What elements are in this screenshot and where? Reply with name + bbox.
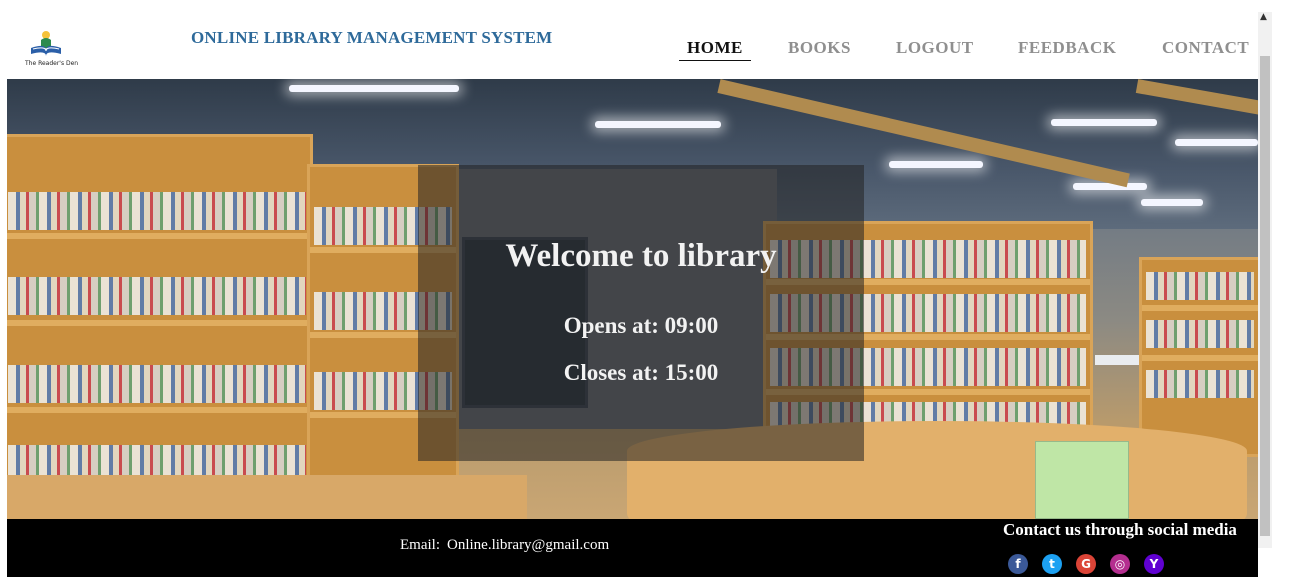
- site-footer: Email: Online.library@gmail.com Contact u…: [7, 519, 1258, 577]
- ceiling-light: [1175, 139, 1258, 146]
- opening-time: Opens at: 09:00: [563, 313, 719, 338]
- ceiling-light: [595, 121, 721, 128]
- ceiling-light: [1073, 183, 1147, 190]
- ceiling-light: [1051, 119, 1157, 126]
- page-scrollbar[interactable]: ▲: [1258, 12, 1272, 548]
- welcome-heading: Welcome to library: [505, 238, 777, 274]
- bookshelf: [7, 134, 313, 489]
- nav-feedback[interactable]: FEEDBACK: [1018, 38, 1116, 58]
- footer-email: Email: Online.library@gmail.com: [400, 537, 609, 554]
- nav-contact[interactable]: CONTACT: [1162, 38, 1249, 58]
- welcome-panel: Welcome to library Opens at: 09:00 Close…: [418, 165, 864, 461]
- nav-home[interactable]: HOME: [679, 38, 751, 61]
- main-nav: HOME BOOKS LOGOUT FEEDBACK CONTACT: [7, 38, 1258, 62]
- twitter-icon[interactable]: t: [1042, 554, 1062, 574]
- reading-table: [7, 475, 527, 519]
- email-label: Email:: [400, 537, 440, 553]
- ceiling-light: [889, 161, 983, 168]
- closing-time: Closes at: 15:00: [563, 360, 719, 385]
- ceiling-light: [289, 85, 459, 92]
- facebook-icon[interactable]: f: [1008, 554, 1028, 574]
- yahoo-icon[interactable]: Y: [1144, 554, 1164, 574]
- notice-sign: [1035, 441, 1129, 519]
- nav-logout[interactable]: LOGOUT: [896, 38, 974, 58]
- social-heading: Contact us through social media: [1003, 520, 1237, 539]
- bookshelf: [1139, 257, 1258, 457]
- scroll-up-icon[interactable]: ▲: [1260, 12, 1267, 22]
- scroll-thumb[interactable]: [1260, 56, 1270, 536]
- nav-books[interactable]: BOOKS: [788, 38, 851, 58]
- ceiling-light: [1141, 199, 1203, 206]
- google-icon[interactable]: G: [1076, 554, 1096, 574]
- hero-banner: Welcome to library Opens at: 09:00 Close…: [7, 79, 1258, 519]
- instagram-icon[interactable]: ◎: [1110, 554, 1130, 574]
- email-address[interactable]: Online.library@gmail.com: [447, 537, 609, 553]
- site-header: The Reader's Den ONLINE LIBRARY MANAGEME…: [7, 12, 1258, 88]
